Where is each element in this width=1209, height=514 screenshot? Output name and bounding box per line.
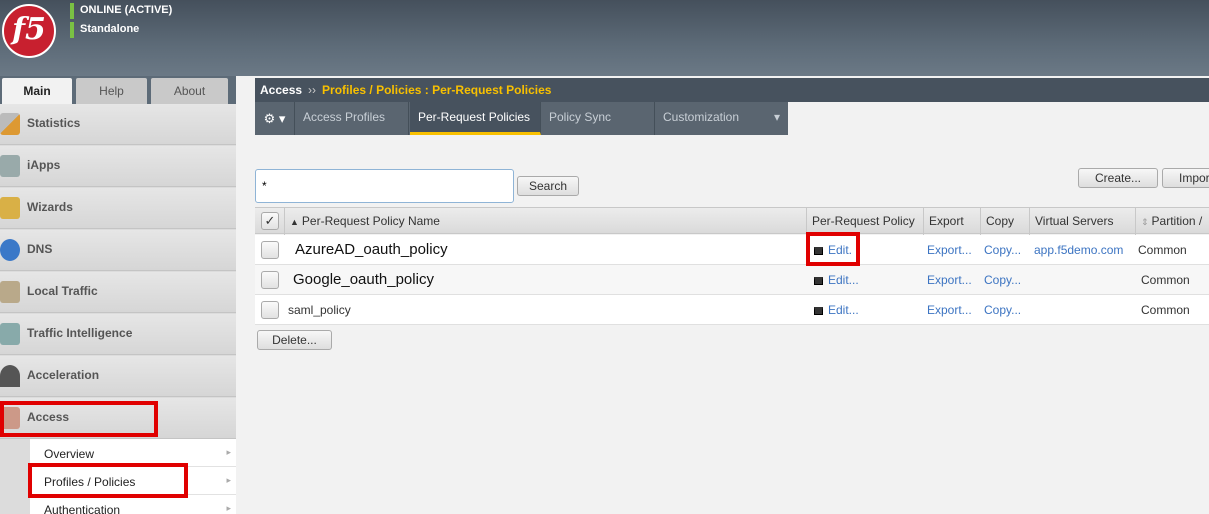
column-partition-label: Partition / [1151,214,1203,228]
sidebar-item-label: Traffic Intelligence [27,326,133,340]
tab-policy-sync[interactable]: Policy Sync [541,102,655,135]
sidebar-item-dns[interactable]: DNS [0,230,236,271]
status-online: ONLINE (ACTIVE) [70,3,172,19]
left-tabs: Main Help About [0,76,236,104]
virtual-server-link[interactable]: app.f5demo.com [1034,235,1123,265]
highlight-access [0,401,158,437]
sidebar-item-label: iApps [27,158,61,172]
dns-icon [0,239,20,261]
column-name-label: Per-Request Policy Name [301,214,440,228]
search-button[interactable]: Search [517,176,579,196]
column-virtual-servers: Virtual Servers [1029,208,1135,235]
sidebar-item-label: Statistics [27,116,81,130]
column-partition[interactable]: ⇕ Partition / [1135,208,1209,235]
sub-tabs: ⚙ ▾ Access Profiles Per-Request Policies… [255,102,788,135]
column-name[interactable]: ▲ Per-Request Policy Name [284,208,806,235]
breadcrumb: Access ›› Profiles / Policies : Per-Reques… [255,78,1209,102]
breadcrumb-path[interactable]: Profiles / Policies : Per-Request Polici… [322,83,551,97]
sidebar-item-label: Acceleration [27,368,100,382]
column-export: Export [923,208,980,235]
highlight-edit [806,232,860,266]
f5-logo: f5 [2,4,56,58]
partition-value: Common [1141,273,1190,287]
tab-help[interactable]: Help [76,78,147,104]
device-status: ONLINE (ACTIVE) Standalone [70,3,172,41]
sort-icon: ⇕ [1141,217,1149,227]
policy-name[interactable]: AzureAD_oauth_policy [295,235,448,265]
column-per-request-policy: Per-Request Policy [806,208,923,235]
policy-name[interactable]: saml_policy [288,295,351,325]
tab-per-request-policies[interactable]: Per-Request Policies [410,102,541,135]
partition-value: Common [1138,243,1187,257]
breadcrumb-root[interactable]: Access [260,83,302,97]
table-row: AzureAD_oauth_policy Edit. Export... Cop… [255,235,1209,265]
row-checkbox[interactable] [261,301,279,319]
edit-link[interactable]: Edit... [814,265,859,295]
submenu-label: Authentication [44,503,121,514]
copy-link[interactable]: Copy... [984,265,1021,295]
delete-button[interactable]: Delete... [257,330,332,350]
chevron-right-icon: ▸ [226,475,231,485]
chevron-down-icon: ▾ [773,110,780,124]
sidebar-item-label: Wizards [27,200,73,214]
tab-main[interactable]: Main [2,78,72,104]
edit-link-label: Edit... [828,303,859,317]
sidebar-item-iapps[interactable]: iApps [0,146,236,187]
local-traffic-icon [0,281,20,303]
export-link[interactable]: Export... [927,295,972,325]
search-input[interactable] [255,169,514,203]
row-checkbox[interactable] [261,271,279,289]
wizards-icon [0,197,20,219]
sidebar-item-label: DNS [27,242,53,256]
partition-value: Common [1141,303,1190,317]
status-mode: Standalone [70,22,172,38]
tab-customization[interactable]: Customization ▾ [655,102,788,135]
sidebar-item-wizards[interactable]: Wizards [0,188,236,229]
traffic-intelligence-icon [0,323,20,345]
submenu-label: Overview [44,447,95,461]
statistics-icon [0,113,20,135]
edit-link-label: Edit... [828,273,859,287]
sidebar-item-label: Local Traffic [27,284,98,298]
top-banner: f5 ONLINE (ACTIVE) Standalone [0,0,1209,76]
table-row: Google_oauth_policy Edit... Export... Co… [255,265,1209,295]
table-header: ✓ ▲ Per-Request Policy Name Per-Request P… [255,207,1209,235]
tab-access-profiles[interactable]: Access Profiles [295,102,409,135]
copy-link[interactable]: Copy... [984,295,1021,325]
acceleration-icon [0,365,20,387]
gear-icon[interactable]: ⚙ ▾ [255,102,295,135]
import-button[interactable]: Impor [1162,168,1209,188]
sidebar-item-traffic-intelligence[interactable]: Traffic Intelligence [0,314,236,355]
edit-link[interactable]: Edit... [814,295,859,325]
document-icon [814,277,823,285]
chevron-right-icon: ▸ [226,503,231,513]
export-link[interactable]: Export... [927,235,972,265]
sidebar-item-acceleration[interactable]: Acceleration [0,356,236,397]
tab-about[interactable]: About [151,78,228,104]
document-icon [814,307,823,315]
sort-up-icon: ▲ [290,217,299,227]
iapps-icon [0,155,20,177]
breadcrumb-separator: ›› [308,83,317,97]
column-copy: Copy [980,208,1029,235]
sidebar-item-statistics[interactable]: Statistics [0,104,236,145]
create-button[interactable]: Create... [1078,168,1158,188]
highlight-profiles-policies [28,463,188,498]
select-all-checkbox[interactable]: ✓ [261,212,279,230]
export-link[interactable]: Export... [927,265,972,295]
sidebar: Statistics iApps Wizards DNS Local Traff… [0,104,236,514]
row-checkbox[interactable] [261,241,279,259]
tab-customization-label: Customization [663,110,740,124]
policy-name[interactable]: Google_oauth_policy [293,265,434,295]
table-row: saml_policy Edit... Export... Copy... Co… [255,295,1209,325]
copy-link[interactable]: Copy... [984,235,1021,265]
sidebar-item-local-traffic[interactable]: Local Traffic [0,272,236,313]
chevron-right-icon: ▸ [226,447,231,457]
